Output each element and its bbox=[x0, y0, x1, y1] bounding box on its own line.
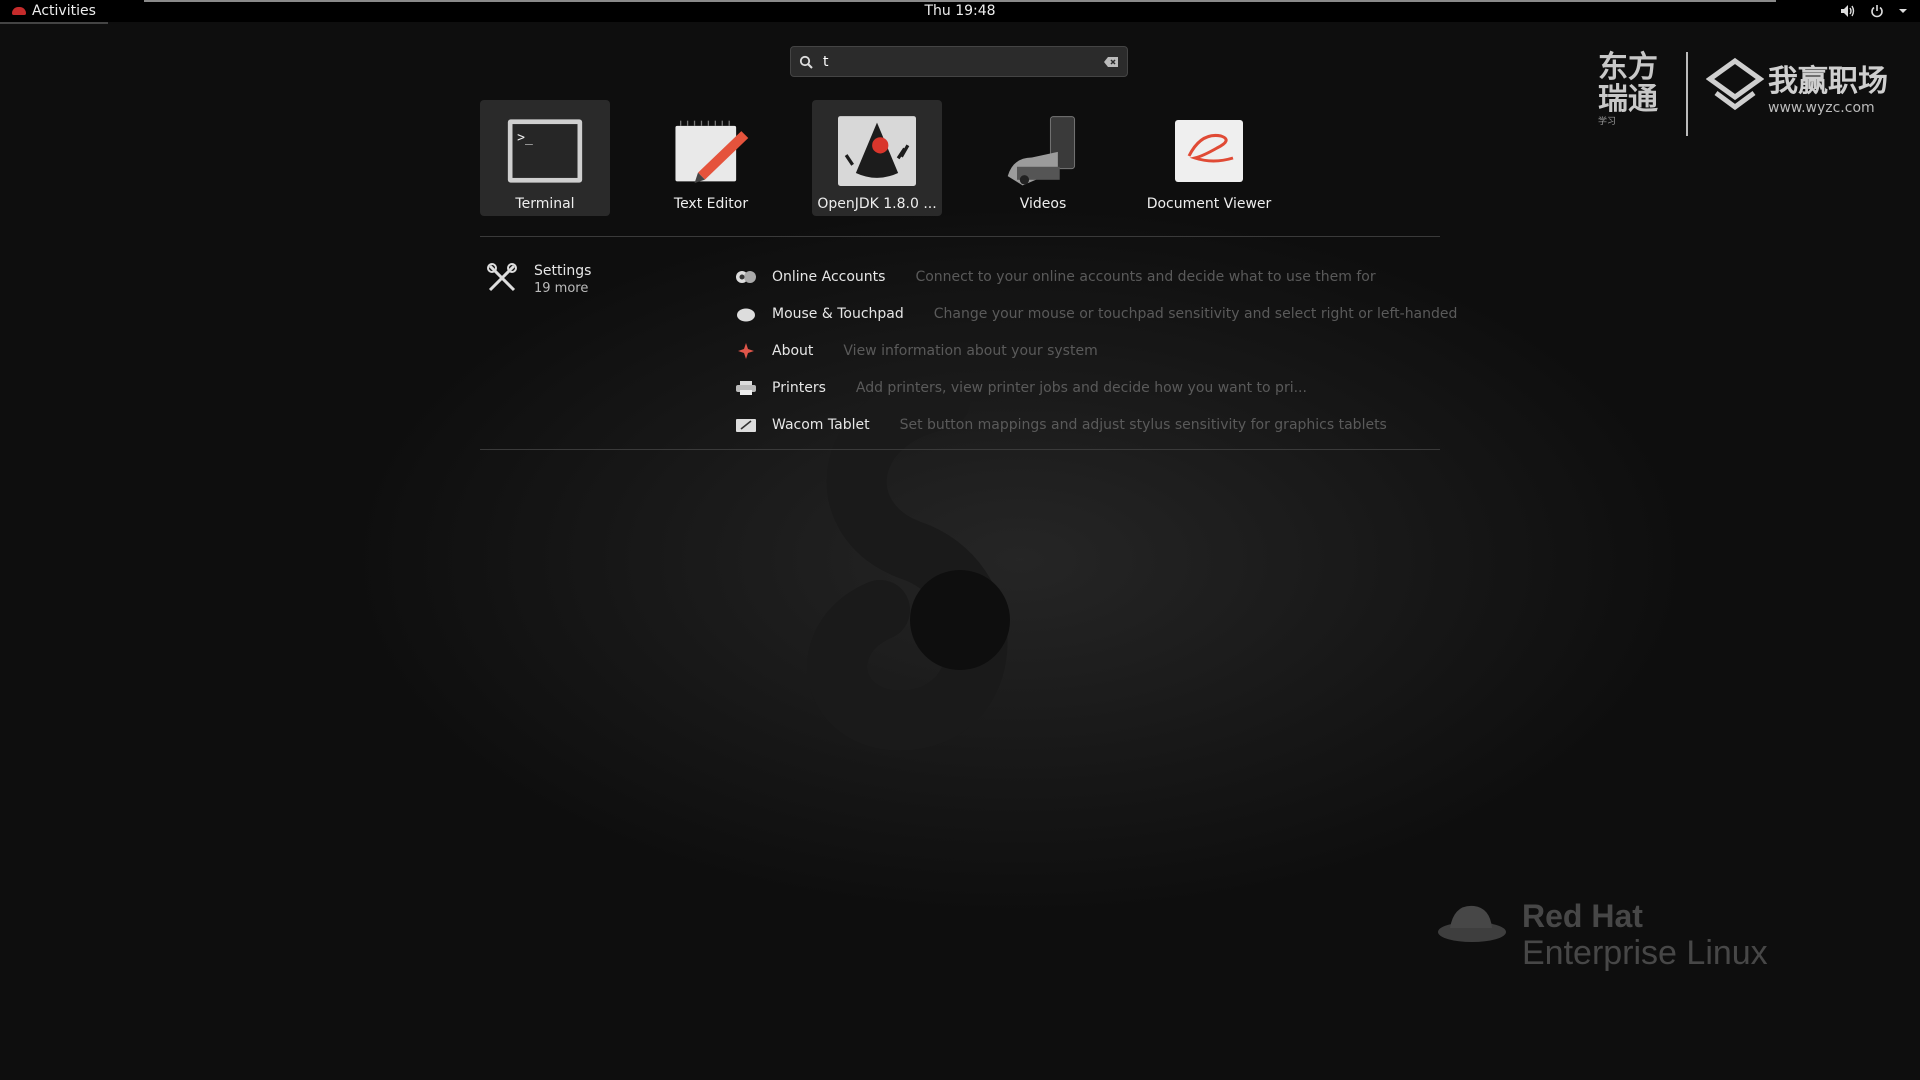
settings-provider[interactable]: Settings 19 more bbox=[486, 262, 591, 298]
clock[interactable]: Thu 19:48 bbox=[0, 3, 1920, 19]
app-terminal[interactable]: >_ Terminal bbox=[480, 100, 610, 216]
app-label: Terminal bbox=[515, 196, 575, 212]
branding-line1: Red Hat bbox=[1522, 898, 1643, 934]
list-item-printers[interactable]: Printers Add printers, view printer jobs… bbox=[734, 369, 1457, 406]
result-description: Connect to your online accounts and deci… bbox=[915, 268, 1376, 285]
results-bottom-separator bbox=[480, 449, 1440, 450]
about-star-icon bbox=[734, 341, 758, 361]
power-icon[interactable] bbox=[1870, 4, 1884, 18]
app-label: Text Editor bbox=[673, 196, 749, 212]
search-box[interactable] bbox=[790, 46, 1128, 77]
app-label: Videos bbox=[1019, 196, 1067, 212]
settings-tools-icon bbox=[487, 263, 517, 292]
online-accounts-icon bbox=[734, 267, 758, 287]
results-separator bbox=[480, 236, 1440, 237]
app-document-viewer[interactable]: Document Viewer bbox=[1144, 100, 1274, 216]
redhat-logo-icon bbox=[1438, 905, 1506, 942]
java-duke-icon bbox=[838, 112, 916, 190]
result-name: Mouse & Touchpad bbox=[772, 305, 904, 322]
search-icon bbox=[799, 55, 813, 69]
app-label: OpenJDK 1.8.0 ... bbox=[817, 196, 937, 212]
list-item-online-accounts[interactable]: Online Accounts Connect to your online a… bbox=[734, 258, 1457, 295]
list-item-mouse-touchpad[interactable]: Mouse & Touchpad Change your mouse or to… bbox=[734, 295, 1457, 332]
app-results: >_ Terminal Text Editor OpenJDK 1.8.0 ..… bbox=[480, 100, 1310, 216]
top-bar-indicator bbox=[144, 0, 1776, 2]
film-icon bbox=[1004, 112, 1082, 190]
settings-results-list: Online Accounts Connect to your online a… bbox=[734, 258, 1457, 443]
chevron-down-icon[interactable] bbox=[1898, 7, 1908, 15]
settings-provider-more: 19 more bbox=[534, 281, 589, 296]
result-description: Set button mappings and adjust stylus se… bbox=[899, 416, 1387, 433]
app-label: Document Viewer bbox=[1146, 196, 1272, 212]
branding-line2: Enterprise Linux bbox=[1522, 934, 1768, 972]
watermark-brand: 我赢职场 www.wyzc.com bbox=[1706, 56, 1888, 116]
system-tray[interactable] bbox=[1840, 2, 1908, 20]
result-name: Wacom Tablet bbox=[772, 416, 870, 433]
watermark-small: 学习 bbox=[1598, 117, 1617, 127]
result-description: View information about your system bbox=[843, 342, 1098, 359]
text-editor-icon bbox=[672, 112, 750, 190]
svg-text:>_: >_ bbox=[517, 131, 533, 146]
list-item-wacom-tablet[interactable]: Wacom Tablet Set button mappings and adj… bbox=[734, 406, 1457, 443]
mouse-icon bbox=[734, 304, 758, 324]
document-viewer-icon bbox=[1170, 112, 1248, 190]
watermark-logo-cn: 东方 瑞通 学习 bbox=[1598, 52, 1680, 128]
result-name: About bbox=[772, 342, 814, 359]
watermark-line2: 瑞通 bbox=[1598, 82, 1658, 117]
clear-search-icon[interactable] bbox=[1103, 56, 1119, 68]
watermark-url: www.wyzc.com bbox=[1768, 100, 1875, 116]
watermark-line1: 东方 bbox=[1598, 50, 1658, 85]
result-description: Change your mouse or touchpad sensitivit… bbox=[933, 305, 1458, 322]
volume-icon[interactable] bbox=[1840, 4, 1856, 18]
tablet-icon bbox=[734, 415, 758, 435]
search-input[interactable] bbox=[821, 52, 1103, 71]
result-name: Online Accounts bbox=[772, 268, 886, 285]
settings-provider-name: Settings bbox=[534, 263, 592, 279]
watermark-divider bbox=[1686, 52, 1688, 136]
terminal-icon: >_ bbox=[506, 112, 584, 190]
watermark-brand-name: 我赢职场 bbox=[1768, 64, 1888, 99]
settings-provider-text: Settings 19 more bbox=[534, 262, 591, 298]
result-description: Add printers, view printer jobs and deci… bbox=[855, 379, 1307, 396]
printer-icon bbox=[734, 378, 758, 398]
top-bar: Activities Thu 19:48 bbox=[0, 0, 1920, 24]
app-openjdk[interactable]: OpenJDK 1.8.0 ... bbox=[812, 100, 942, 216]
app-text-editor[interactable]: Text Editor bbox=[646, 100, 776, 216]
redhat-branding: Red Hat Enterprise Linux bbox=[1436, 898, 1768, 972]
list-item-about[interactable]: About View information about your system bbox=[734, 332, 1457, 369]
result-name: Printers bbox=[772, 379, 826, 396]
app-videos[interactable]: Videos bbox=[978, 100, 1108, 216]
wyzc-logo-icon bbox=[1706, 57, 1764, 111]
